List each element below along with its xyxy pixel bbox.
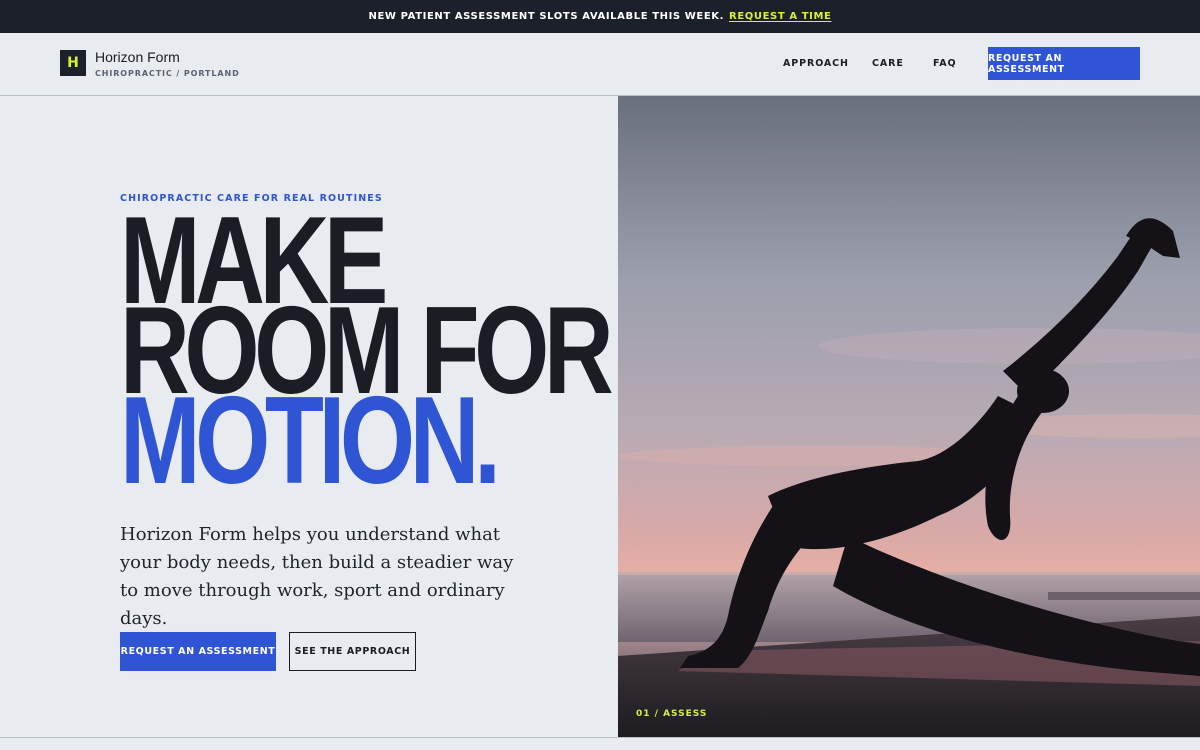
- brand-name[interactable]: Horizon Form: [95, 49, 180, 65]
- nav-faq[interactable]: FAQ: [933, 58, 957, 69]
- nav-approach[interactable]: APPROACH: [783, 58, 849, 69]
- header-request-assessment-button[interactable]: REQUEST AN ASSESSMENT: [988, 47, 1140, 80]
- logo-letter: H: [67, 55, 79, 71]
- request-time-link[interactable]: REQUEST A TIME: [729, 11, 831, 22]
- hero-request-assessment-button[interactable]: REQUEST AN ASSESSMENT: [120, 632, 276, 671]
- announcement-bar: NEW PATIENT ASSESSMENT SLOTS AVAILABLE T…: [0, 0, 1200, 33]
- logo-mark[interactable]: H: [60, 50, 86, 76]
- section-divider: [0, 737, 1200, 750]
- yoga-silhouette-photo: [618, 96, 1200, 737]
- nav-care[interactable]: CARE: [872, 58, 904, 69]
- image-caption: 01 / ASSESS: [636, 709, 708, 719]
- hero-lede: Horizon Form helps you understand what y…: [120, 524, 514, 629]
- brand-subtitle: CHIROPRACTIC / PORTLAND: [95, 69, 240, 78]
- hero-headline: MAKE ROOM FOR MOTION.: [120, 199, 614, 503]
- see-approach-button[interactable]: SEE THE APPROACH: [289, 632, 416, 671]
- site-header: H Horizon Form CHIROPRACTIC / PORTLAND A…: [0, 33, 1200, 96]
- hero-photo: [618, 96, 1200, 737]
- announcement-text: NEW PATIENT ASSESSMENT SLOTS AVAILABLE T…: [368, 11, 725, 22]
